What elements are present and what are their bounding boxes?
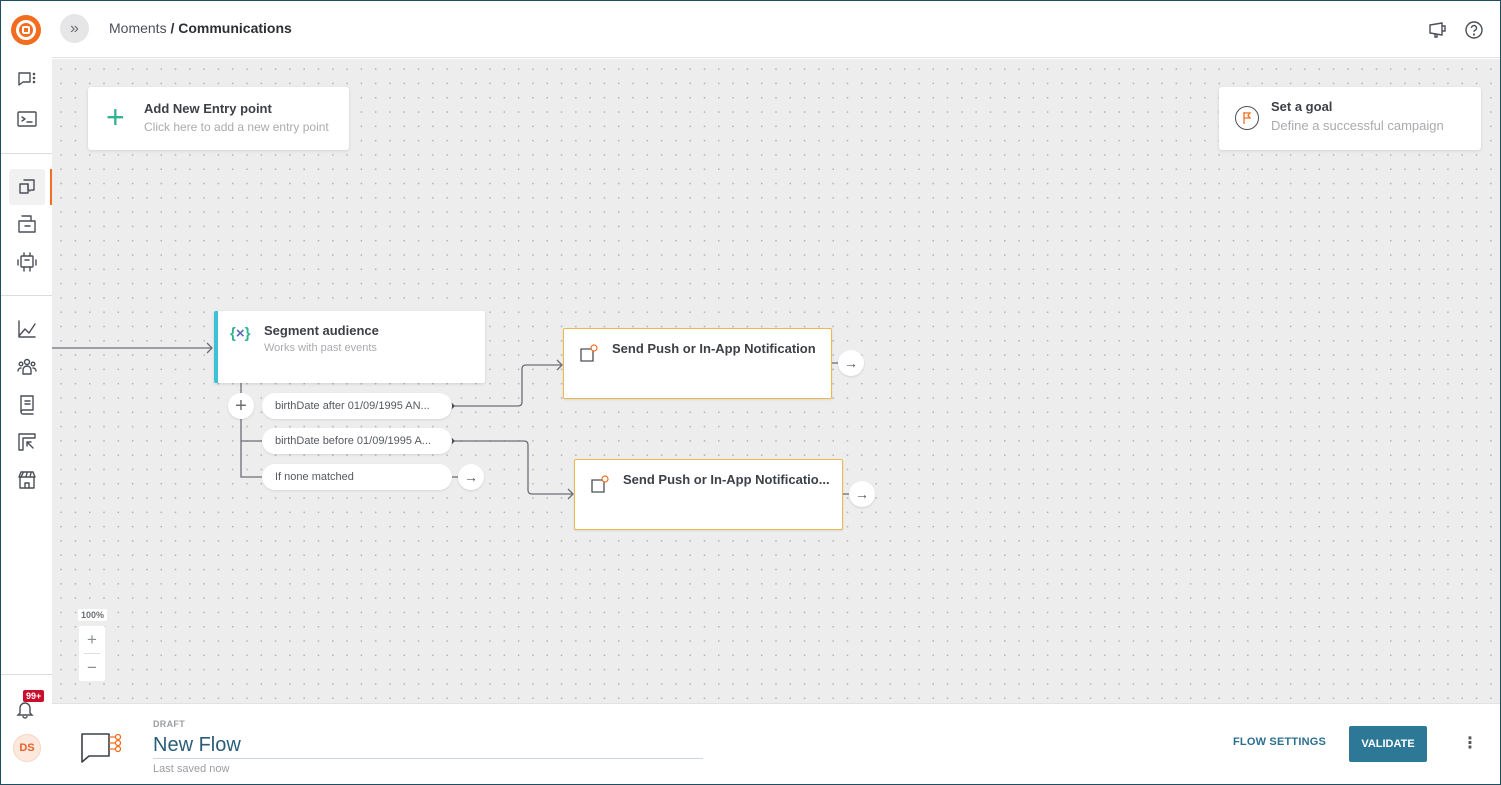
flow-chat-icon — [81, 733, 122, 763]
push-notification-icon — [591, 475, 609, 493]
announcements-button[interactable] — [1426, 18, 1450, 42]
condition-none-matched[interactable]: If none matched — [262, 464, 452, 490]
terminal-icon — [17, 111, 37, 127]
entry-point-subtitle: Click here to add a new entry point — [144, 120, 329, 134]
entry-arrowhead — [206, 342, 213, 354]
sidebar-divider — [1, 295, 52, 296]
push-notification-node[interactable]: Send Push or In-App Notification — [563, 328, 832, 399]
sidebar-divider — [1, 153, 52, 154]
analytics-icon — [18, 320, 36, 338]
add-step-button[interactable]: → — [458, 464, 484, 490]
bell-icon — [16, 702, 34, 719]
plus-icon: + — [106, 99, 125, 135]
sidebar-divider — [1, 674, 52, 675]
zoom-out-button[interactable]: − — [79, 654, 105, 681]
sidebar-item-conversations[interactable] — [9, 62, 45, 98]
notifications-button[interactable] — [15, 699, 39, 723]
entry-point-title: Add New Entry point — [144, 101, 272, 116]
breadcrumb-parent[interactable]: Moments — [109, 20, 167, 36]
segment-subtitle: Works with past events — [264, 342, 377, 354]
branch-2-arrowhead — [567, 488, 574, 500]
sidebar-item-chatbots[interactable] — [9, 244, 45, 280]
more-options-icon[interactable]: ⋮ — [1462, 732, 1478, 756]
segment-title: Segment audience — [264, 323, 379, 338]
arrow-right-icon: → — [464, 469, 478, 485]
chat-icon — [18, 72, 36, 86]
sidebar-item-people[interactable] — [9, 349, 45, 385]
footer: DRAFT Last saved now FLOW SETTINGS VALID… — [52, 703, 1500, 784]
flows-icon — [19, 179, 35, 194]
goal-subtitle: Define a successful campaign — [1271, 118, 1444, 133]
zoom-level: 100% — [78, 609, 108, 621]
sidebar-item-analyze[interactable] — [9, 311, 45, 347]
double-chevron-right-icon: » — [70, 19, 79, 37]
flag-icon — [1235, 106, 1259, 130]
breadcrumb-current: Communications — [178, 20, 292, 36]
megaphone-icon — [1429, 22, 1446, 38]
branch-1-arrowhead — [556, 359, 563, 371]
sidebar-item-broadcast[interactable] — [9, 206, 45, 242]
sidebar-item-console[interactable] — [9, 101, 45, 137]
node-title: Send Push or In-App Notification — [612, 341, 816, 356]
add-branch-button[interactable]: + — [228, 393, 254, 419]
header: » Moments / Communications — [52, 1, 1500, 58]
add-entry-point-card[interactable]: + Add New Entry point Click here to add … — [88, 87, 349, 150]
inbox-icon — [18, 215, 36, 233]
add-step-button[interactable]: → — [838, 350, 864, 376]
validate-button[interactable]: VALIDATE — [1349, 726, 1427, 762]
arrow-right-icon: → — [855, 486, 869, 502]
sidebar: 99+ DS — [1, 1, 52, 784]
store-icon — [18, 471, 36, 489]
flow-name-input[interactable] — [153, 732, 703, 759]
sidebar-item-moments[interactable] — [9, 169, 45, 205]
condition-branch[interactable]: birthDate after 01/09/1995 AN... — [262, 393, 452, 419]
book-icon — [20, 395, 34, 415]
help-button[interactable] — [1462, 18, 1486, 42]
push-notification-icon — [580, 344, 598, 362]
segment-audience-node[interactable]: {×} Segment audience Works with past eve… — [214, 311, 485, 383]
expand-sidebar-button[interactable]: » — [60, 14, 89, 43]
avatar[interactable]: DS — [13, 734, 41, 762]
breadcrumb-separator: / — [166, 20, 179, 36]
people-icon — [17, 358, 37, 375]
arrow-right-icon: → — [844, 355, 858, 371]
flow-settings-button[interactable]: FLOW SETTINGS — [1233, 736, 1326, 748]
breadcrumb: Moments / Communications — [109, 20, 292, 36]
condition-branch[interactable]: birthDate before 01/09/1995 A... — [262, 428, 452, 454]
zoom-in-button[interactable]: + — [79, 626, 105, 653]
set-goal-card[interactable]: Set a goal Define a successful campaign — [1219, 87, 1481, 150]
add-step-button[interactable]: → — [849, 481, 875, 507]
draft-status: DRAFT — [153, 719, 185, 729]
sidebar-item-docs[interactable] — [9, 386, 45, 422]
logo[interactable] — [11, 15, 41, 45]
sidebar-item-store[interactable] — [9, 462, 45, 498]
sidebar-item-exchange[interactable] — [9, 424, 45, 460]
flow-canvas[interactable]: + Add New Entry point Click here to add … — [52, 59, 1500, 703]
help-icon — [1465, 21, 1483, 39]
apps-icon — [18, 433, 36, 451]
node-title: Send Push or In-App Notificatio... — [623, 472, 830, 487]
app-window: 99+ DS » Moments / Communications + Add … — [1, 1, 1500, 784]
variable-icon: {×} — [230, 325, 251, 342]
push-notification-node[interactable]: Send Push or In-App Notificatio... — [574, 459, 843, 530]
robot-icon — [17, 252, 37, 272]
last-saved: Last saved now — [153, 763, 230, 775]
goal-title: Set a goal — [1271, 99, 1333, 114]
plus-icon: + — [235, 394, 247, 417]
zoom-controls: + − — [79, 626, 105, 681]
notifications-badge: 99+ — [23, 690, 45, 702]
